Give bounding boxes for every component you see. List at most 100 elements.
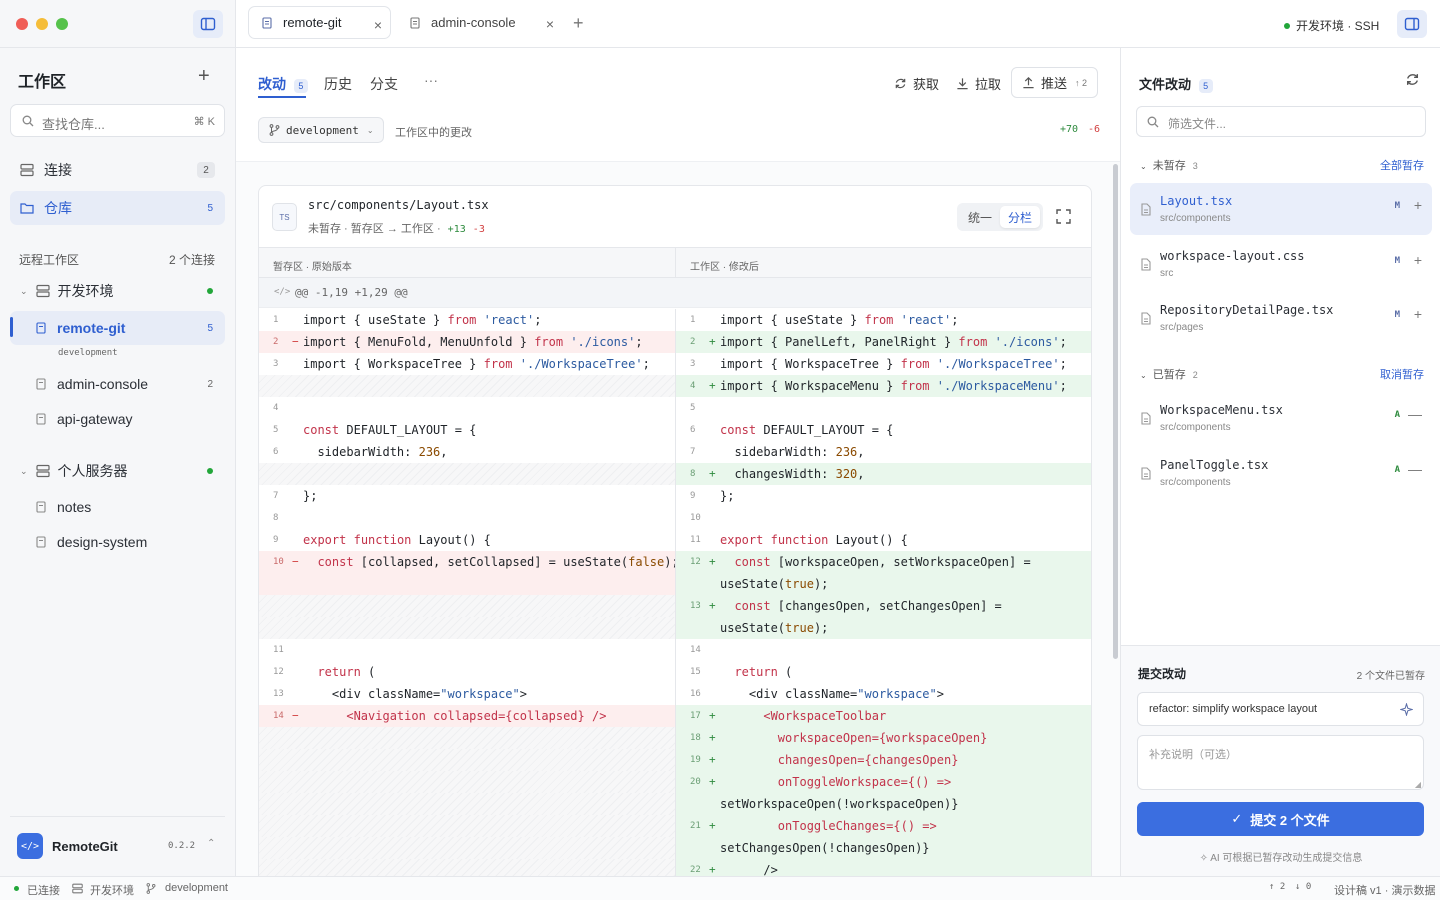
diff-line-removed: 10− const [collapsed, setCollapsed] = us… xyxy=(259,551,675,573)
repo-design-system[interactable]: design-system xyxy=(10,525,225,559)
file-status: M xyxy=(1394,201,1400,211)
line-number: 20 xyxy=(690,777,701,787)
active-indicator xyxy=(10,317,13,337)
tab-branches[interactable]: 分支 xyxy=(370,74,398,94)
scrollbar-thumb[interactable] xyxy=(1113,164,1118,659)
sidebar-item-connections[interactable]: 连接 2 xyxy=(10,153,225,187)
remote-section-count: 2 个连接 xyxy=(168,253,215,267)
tab-remote-git[interactable]: remote-git × xyxy=(248,6,391,39)
hunk-header: </> @@ -1,19 +1,29 @@ xyxy=(259,278,1091,308)
toggle-changes-panel-button[interactable] xyxy=(1397,10,1427,38)
stage-file-button[interactable]: + xyxy=(1414,252,1422,268)
close-tab-icon[interactable]: × xyxy=(546,16,554,32)
repo-admin-console[interactable]: admin-console 2 xyxy=(10,367,225,401)
server-icon xyxy=(35,464,50,478)
code-token: useState( xyxy=(720,621,786,635)
repo-search-input[interactable]: 查找仓库... ⌘ K xyxy=(10,104,225,137)
file-filter-input[interactable]: 筛选文件... xyxy=(1136,106,1426,137)
branch-selector[interactable]: development ⌄ xyxy=(258,117,384,143)
code-text: sidebarWidth: 236, xyxy=(720,441,864,463)
code-token: const xyxy=(734,555,771,569)
close-window-button[interactable] xyxy=(16,18,28,30)
tab-admin-console[interactable]: admin-console × xyxy=(397,6,562,39)
sidebar-item-repositories[interactable]: 仓库 5 xyxy=(10,191,225,225)
push-button[interactable]: 推送 ↑ 2 xyxy=(1011,67,1098,98)
file-item[interactable]: workspace-layout.css src M + xyxy=(1130,238,1432,290)
stage-all-button[interactable]: 全部暂存 xyxy=(1380,157,1424,173)
maximize-window-button[interactable] xyxy=(56,18,68,30)
repo-remote-git[interactable]: remote-git 5 xyxy=(10,311,225,345)
diff-line: 1 import { useState } from 'react'; xyxy=(259,309,675,331)
file-status: M xyxy=(1394,310,1400,320)
resize-handle-icon[interactable]: ◢ xyxy=(1415,780,1421,789)
code-text: <WorkspaceToolbar xyxy=(720,705,886,727)
commit-message-input[interactable]: refactor: simplify workspace layout xyxy=(1137,692,1424,726)
view-unified-button[interactable]: 统一 xyxy=(960,206,1000,228)
unstage-all-button[interactable]: 取消暂存 xyxy=(1380,366,1424,382)
added-marker: + xyxy=(709,775,716,788)
sparkle-icon[interactable] xyxy=(1400,703,1413,716)
status-branch[interactable]: development xyxy=(165,882,228,894)
diff-line-placeholder xyxy=(259,837,675,859)
file-item[interactable]: RepositoryDetailPage.tsx src/pages M + xyxy=(1130,292,1432,344)
diff-line: 7}; xyxy=(259,485,675,507)
file-item[interactable]: WorkspaceMenu.tsx src/components A — xyxy=(1130,392,1432,444)
line-number: 10 xyxy=(273,557,284,567)
close-tab-icon[interactable]: × xyxy=(374,17,382,33)
diff-line-added: 8 + changesWidth: 320, xyxy=(676,463,1091,485)
line-number: 1 xyxy=(690,315,696,325)
added-marker: + xyxy=(709,819,716,832)
search-icon xyxy=(22,115,34,127)
toggle-sidebar-button[interactable] xyxy=(193,10,223,38)
file-item[interactable]: Layout.tsx src/components M + xyxy=(1130,183,1432,235)
diff-line: 10 xyxy=(676,507,1091,529)
folder-icon xyxy=(20,203,34,214)
fetch-button[interactable]: 获取 xyxy=(894,68,939,98)
commit-message-value: refactor: simplify workspace layout xyxy=(1149,703,1318,715)
column-divider xyxy=(675,248,676,278)
group-personal-server[interactable]: ⌄ 个人服务器 xyxy=(10,454,225,488)
view-split-button[interactable]: 分栏 xyxy=(1000,206,1040,228)
diff-line: 8 xyxy=(259,507,675,529)
more-options-icon[interactable]: ··· xyxy=(424,72,438,88)
chevron-up-icon[interactable]: ⌃ xyxy=(207,838,215,849)
repo-icon xyxy=(36,413,46,425)
tab-history[interactable]: 历史 xyxy=(324,74,352,94)
code-token: return xyxy=(317,665,361,679)
code-token: from xyxy=(534,335,564,349)
main-content: 改动 5 历史 分支 ··· 获取 拉取 推送 ↑ 2 development … xyxy=(236,48,1120,885)
file-item[interactable]: PanelToggle.tsx src/components A — xyxy=(1130,447,1432,499)
expand-icon[interactable] xyxy=(1056,209,1071,224)
file-status: M xyxy=(1394,255,1400,266)
code-token: from xyxy=(958,335,988,349)
minimize-window-button[interactable] xyxy=(36,18,48,30)
stage-file-button[interactable]: + xyxy=(1414,306,1422,322)
repo-api-gateway[interactable]: api-gateway xyxy=(10,402,225,436)
diff-line-added: useState(true); xyxy=(676,573,1091,595)
branch-name: development xyxy=(286,123,359,137)
add-workspace-button[interactable]: + xyxy=(198,66,210,86)
group-dev-env[interactable]: ⌄ 开发环境 xyxy=(10,274,225,308)
code-token: ( xyxy=(360,665,376,679)
diff-line-added: 18 + workspaceOpen={workspaceOpen} xyxy=(676,727,1091,749)
line-number: 3 xyxy=(690,359,696,369)
staged-header[interactable]: ⌄ 已暂存 2 xyxy=(1140,366,1198,382)
commit-description-input[interactable]: 补充说明（可选） ◢ xyxy=(1137,735,1424,790)
commit-button[interactable]: ✓ 提交 2 个文件 xyxy=(1137,802,1424,836)
pull-button[interactable]: 拉取 xyxy=(956,68,1001,98)
upload-icon xyxy=(1023,77,1034,89)
code-token: , xyxy=(440,445,448,459)
new-tab-button[interactable]: + xyxy=(573,14,584,32)
code-token: onToggleWorkspace={() => xyxy=(720,775,952,789)
tab-changes[interactable]: 改动 5 xyxy=(258,74,308,94)
stage-file-button[interactable]: + xyxy=(1414,197,1422,213)
unstaged-header[interactable]: ⌄ 未暂存 3 xyxy=(1140,157,1198,173)
status-env[interactable]: 开发环境 xyxy=(90,882,134,898)
commit-title: 提交改动 xyxy=(1138,667,1187,681)
unstage-file-button[interactable]: — xyxy=(1408,406,1422,422)
refresh-icon[interactable] xyxy=(1405,72,1420,87)
code-token: , xyxy=(857,467,865,481)
repo-notes[interactable]: notes xyxy=(10,490,225,524)
code-token: DEFAULT_LAYOUT = { xyxy=(756,423,894,437)
unstage-file-button[interactable]: — xyxy=(1408,461,1422,477)
